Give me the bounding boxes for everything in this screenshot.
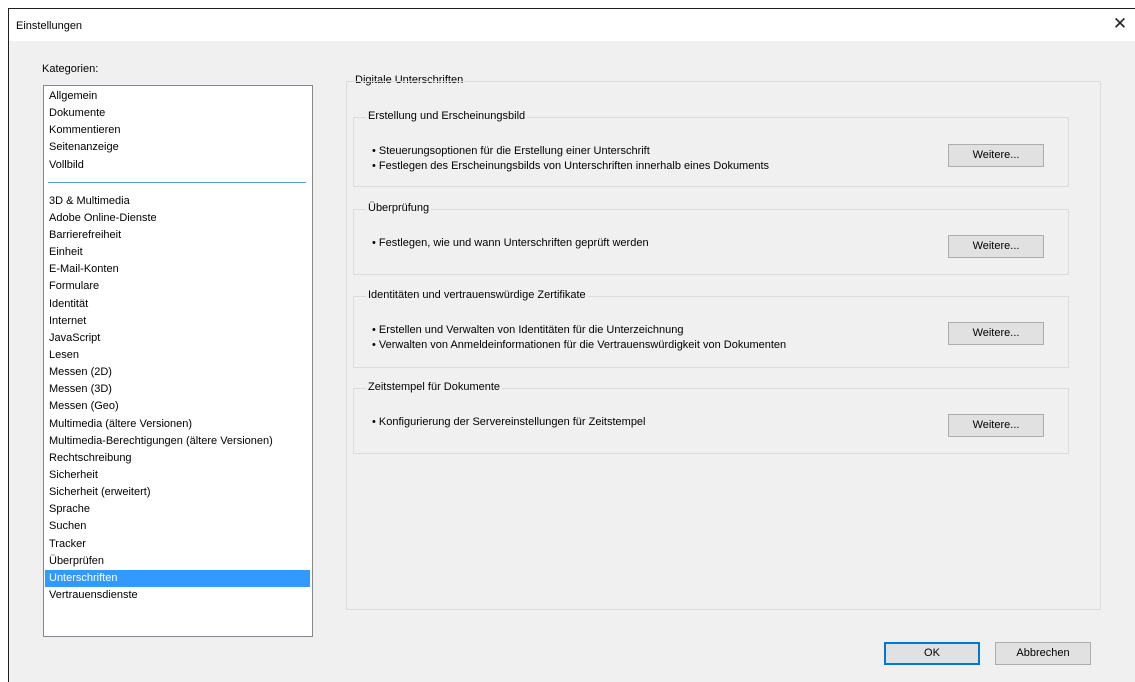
category-item[interactable]: JavaScript — [45, 330, 310, 347]
category-item[interactable]: Messen (Geo) — [45, 398, 310, 415]
more-button[interactable]: Weitere... — [948, 235, 1044, 258]
settings-group: Überprüfung • Festlegen, wie und wann Unt… — [353, 202, 1069, 275]
category-item[interactable]: Barrierefreiheit — [45, 227, 310, 244]
category-separator — [48, 181, 306, 183]
category-item[interactable]: Formulare — [45, 278, 310, 295]
more-button[interactable]: Weitere... — [948, 414, 1044, 437]
more-button[interactable]: Weitere... — [948, 144, 1044, 167]
category-item[interactable]: Vertrauensdienste — [45, 587, 310, 604]
category-item[interactable]: Adobe Online-Dienste — [45, 210, 310, 227]
category-item[interactable]: Lesen — [45, 347, 310, 364]
preferences-dialog: Einstellungen ✕ Kategorien: Allgemein Dok… — [8, 8, 1135, 682]
cancel-button[interactable]: Abbrechen — [995, 642, 1091, 665]
group-title: Erstellung und Erscheinungsbild — [366, 110, 528, 122]
category-item[interactable]: Identität — [45, 296, 310, 313]
more-button[interactable]: Weitere... — [948, 322, 1044, 345]
category-item[interactable]: Sprache — [45, 501, 310, 518]
group-title: Überprüfung — [366, 202, 432, 214]
description-line: • Verwalten von Anmeldeinformationen für… — [372, 339, 787, 351]
group-description: • Steuerungsoptionen für die Erstellung … — [372, 144, 769, 174]
description-line: • Konfigurierung der Servereinstellungen… — [372, 416, 646, 428]
category-item[interactable]: Seitenanzeige — [45, 139, 310, 156]
category-item[interactable]: Multimedia (ältere Versionen) — [45, 416, 310, 433]
category-item[interactable]: E-Mail-Konten — [45, 261, 310, 278]
description-line: • Steuerungsoptionen für die Erstellung … — [372, 145, 650, 157]
title-bar: Einstellungen ✕ — [9, 9, 1135, 41]
category-item[interactable]: Messen (2D) — [45, 364, 310, 381]
category-item[interactable]: 3D & Multimedia — [45, 193, 310, 210]
category-item[interactable]: Dokumente — [45, 105, 310, 122]
category-item[interactable]: Überprüfen — [45, 553, 310, 570]
description-line: • Festlegen, wie und wann Unterschriften… — [372, 237, 649, 249]
settings-group: Identitäten und vertrauenswürdige Zertif… — [353, 289, 1069, 368]
group-description: • Festlegen, wie und wann Unterschriften… — [372, 236, 649, 251]
category-item[interactable]: Sicherheit (erweitert) — [45, 484, 310, 501]
category-item[interactable]: Messen (3D) — [45, 381, 310, 398]
group-title: Identitäten und vertrauenswürdige Zertif… — [366, 289, 588, 301]
category-item[interactable]: Suchen — [45, 518, 310, 535]
category-item[interactable]: Tracker — [45, 536, 310, 553]
category-item[interactable]: Allgemein — [45, 88, 310, 105]
category-item[interactable]: Sicherheit — [45, 467, 310, 484]
settings-group: Zeitstempel für Dokumente • Konfigurierun… — [353, 381, 1069, 454]
close-icon[interactable]: ✕ — [1105, 9, 1135, 39]
category-item[interactable]: Rechtschreibung — [45, 450, 310, 467]
category-item[interactable]: Einheit — [45, 244, 310, 261]
category-item[interactable]: Kommentieren — [45, 122, 310, 139]
settings-group: Erstellung und Erscheinungsbild • Steueru… — [353, 110, 1069, 187]
category-item[interactable]: Multimedia-Berechtigungen (ältere Versio… — [45, 433, 310, 450]
categories-list[interactable]: Allgemein Dokumente Kommentieren Seitenanze… — [43, 85, 313, 637]
category-item[interactable]: Internet — [45, 313, 310, 330]
category-item[interactable]: Vollbild — [45, 157, 310, 174]
description-line: • Erstellen und Verwalten von Identitäte… — [372, 324, 684, 336]
group-description: • Erstellen und Verwalten von Identitäte… — [372, 323, 786, 353]
category-item[interactable]: Unterschriften — [45, 569, 310, 587]
ok-button[interactable]: OK — [884, 642, 980, 665]
window-title: Einstellungen — [16, 20, 83, 32]
group-title: Zeitstempel für Dokumente — [366, 381, 503, 393]
description-line: • Festlegen des Erscheinungsbilds von Un… — [372, 160, 770, 172]
categories-label: Kategorien: — [42, 63, 99, 75]
digital-signatures-panel: Erstellung und Erscheinungsbild • Steueru… — [346, 81, 1101, 610]
group-description: • Konfigurierung der Servereinstellungen… — [372, 415, 646, 430]
